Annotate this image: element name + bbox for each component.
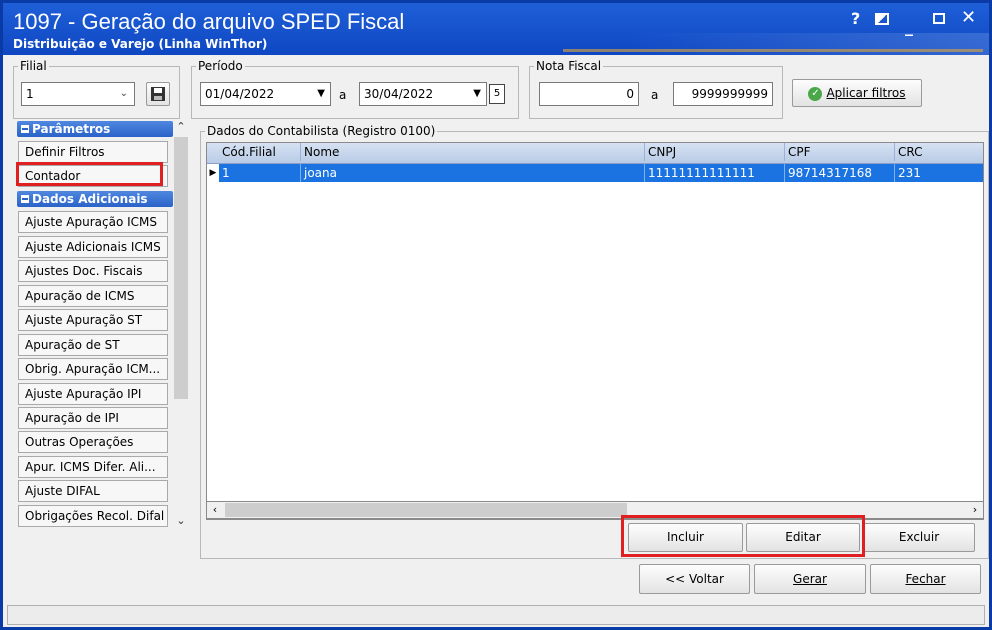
fechar-button[interactable]: Fechar [870,564,981,594]
nav-scrollbar[interactable]: ⌃ ⌄ [173,119,189,529]
filial-value: 1 [26,87,34,101]
chevron-down-icon: ⌄ [119,88,128,99]
contabilista-table[interactable]: Cód.Filial Nome CNPJ CPF CRC ▶ 1 joana 1… [206,142,984,520]
table-row[interactable]: ▶ 1 joana 11111111111111 98714317168 231 [207,164,983,182]
nota-fiscal-start-value: 0 [626,87,634,101]
dados-adicionais-header[interactable]: Dados Adicionais [17,191,173,207]
status-bar [7,605,985,625]
periodo-legend: Período [198,59,243,73]
nav-item[interactable]: Apuração de IPI [18,407,168,429]
sped-fiscal-window: 1097 - Geração do arquivo SPED Fiscal Di… [0,0,992,630]
apply-filters-label: Aplicar filtros [826,86,906,100]
nota-fiscal-legend: Nota Fiscal [536,59,602,73]
nav-item[interactable]: Ajuste Adicionais ICMS [18,236,168,258]
scroll-left-icon[interactable]: ‹ [207,502,223,518]
contador-highlight [16,162,163,186]
period-start-value: 01/04/2022 [205,87,275,101]
buttons-highlight [621,515,865,557]
period-end-value: 30/04/2022 [364,87,434,101]
column-header[interactable]: CPF [785,143,895,161]
help-button[interactable]: ? [851,9,860,28]
nota-fiscal-start-input[interactable]: 0 [539,82,639,106]
row-indicator-icon: ▶ [207,164,219,182]
nav-item[interactable]: Apuração de ST [18,334,168,356]
column-header[interactable]: Nome [301,143,645,161]
cell-crc[interactable]: 231 [895,164,983,182]
calendar-icon[interactable]: 5 [489,84,505,104]
nav-item[interactable]: Ajuste DIFAL [18,480,168,502]
nav-item[interactable]: Apuração de ICMS [18,285,168,307]
nav-item[interactable]: Ajuste Apuração ICMS [18,211,168,233]
nav-item[interactable]: Ajustes Doc. Fiscais [18,260,168,282]
table-header: Cód.Filial Nome CNPJ CPF CRC [207,143,983,164]
cell-cpf[interactable]: 98714317168 [785,164,895,182]
column-header[interactable]: Cód.Filial [219,143,301,161]
save-button[interactable] [146,82,170,106]
period-start-input[interactable]: 01/04/2022 ▼ [200,82,331,106]
nav-item-definir-filtros[interactable]: Definir Filtros [18,141,168,163]
collapse-icon [21,124,29,133]
voltar-button[interactable]: << Voltar [639,564,750,594]
scroll-up-icon[interactable]: ⌃ [173,119,189,135]
cell-nome[interactable]: joana [301,164,645,182]
contabilista-legend: Dados do Contabilista (Registro 0100) [207,124,436,138]
check-circle-icon: ✓ [808,86,823,101]
minimize-button[interactable]: _ [905,17,913,36]
column-header[interactable]: CRC [895,143,983,161]
nav-item[interactable]: Outras Operações [18,431,168,453]
filial-legend: Filial [20,59,47,73]
collapse-icon [21,194,29,203]
nav-item[interactable]: Apur. ICMS Difer. Ali... [18,456,168,478]
floppy-disk-icon [151,87,165,101]
close-button[interactable]: ✕ [961,7,976,28]
nota-fiscal-separator: a [651,88,659,102]
excluir-button[interactable]: Excluir [863,523,975,552]
nav-item[interactable]: Obrigações Recol. Difal [18,505,168,527]
scroll-down-icon[interactable]: ⌄ [173,513,189,529]
dropdown-arrow-icon: ▼ [317,88,325,99]
filial-select[interactable]: 1 ⌄ [21,82,135,106]
scrollbar-thumb[interactable] [225,503,627,517]
cell-cod-filial[interactable]: 1 [219,164,301,182]
nota-fiscal-end-input[interactable]: 9999999999 [673,82,773,106]
scroll-right-icon[interactable]: › [967,502,983,518]
nav-item[interactable]: Ajuste Apuração ST [18,309,168,331]
nav-item[interactable]: Obrig. Apuração ICM... [18,358,168,380]
cell-cnpj[interactable]: 11111111111111 [645,164,785,182]
nav-item[interactable]: Ajuste Apuração IPI [18,383,168,405]
dropdown-arrow-icon: ▼ [473,88,481,99]
column-header[interactable]: CNPJ [645,143,785,161]
nota-fiscal-end-value: 9999999999 [691,87,768,101]
apply-filters-button[interactable]: ✓ Aplicar filtros [792,79,922,107]
period-separator: a [339,88,347,102]
period-end-input[interactable]: 30/04/2022 ▼ [359,82,487,106]
window-title: 1097 - Geração do arquivo SPED Fiscal [13,9,405,34]
title-bar: 1097 - Geração do arquivo SPED Fiscal Di… [3,3,989,55]
parametros-header[interactable]: Parâmetros [17,121,173,137]
restore-icon[interactable] [875,13,889,25]
maximize-icon[interactable] [933,13,945,24]
gerar-button[interactable]: Gerar [754,564,866,594]
scrollbar-thumb[interactable] [174,137,188,399]
window-subtitle: Distribuição e Varejo (Linha WinThor) [13,37,268,51]
table-horizontal-scrollbar[interactable]: ‹ › [206,501,984,519]
